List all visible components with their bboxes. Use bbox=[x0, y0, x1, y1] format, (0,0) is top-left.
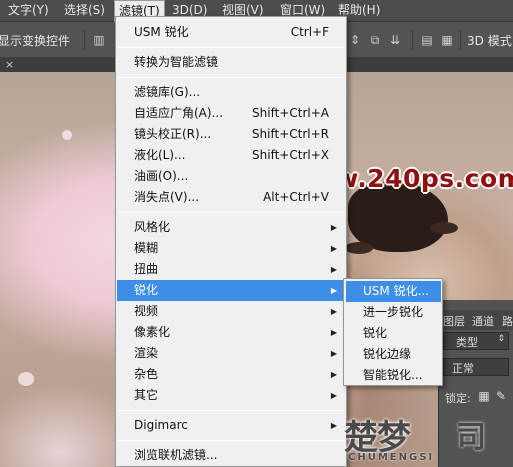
menu-item-convert-smart-filter[interactable]: 转换为智能滤镜 bbox=[117, 52, 345, 73]
panel-tab-bar: 图层 通道 路 bbox=[439, 310, 513, 330]
eye bbox=[430, 222, 458, 234]
divider bbox=[460, 30, 461, 50]
menu-separator bbox=[118, 440, 344, 441]
submenu-item-sharpen-more[interactable]: 进一步锐化 bbox=[346, 302, 441, 323]
submenu-item-sharpen-edges[interactable]: 锐化边缘 bbox=[346, 344, 441, 365]
submenu-arrow-icon: ▶ bbox=[330, 286, 337, 295]
submenu-arrow-icon: ▶ bbox=[330, 265, 337, 274]
tab-channels[interactable]: 通道 bbox=[472, 313, 494, 329]
menu-item-pixelate[interactable]: 像素化 ▶ bbox=[117, 322, 345, 343]
menu-item-render[interactable]: 渲染 ▶ bbox=[117, 343, 345, 364]
submenu-arrow-icon: ▶ bbox=[330, 391, 337, 400]
lock-transparent-icon[interactable]: ▦ bbox=[477, 389, 491, 403]
submenu-arrow-icon: ▶ bbox=[330, 307, 337, 316]
blend-mode-select[interactable]: 正常 bbox=[443, 358, 509, 376]
divider bbox=[412, 30, 413, 50]
menu-item-lens-correction[interactable]: 镜头校正(R)... Shift+Ctrl+R bbox=[117, 124, 345, 145]
hat-highlight bbox=[62, 130, 72, 140]
lock-label: 锁定: bbox=[445, 392, 471, 405]
divider bbox=[84, 30, 85, 50]
lock-brush-icon[interactable]: ✎ bbox=[494, 389, 508, 403]
menu-select[interactable]: 选择(S) bbox=[64, 0, 105, 22]
tab-layers[interactable]: 图层 bbox=[443, 313, 465, 329]
3d-mode-label: 3D 模式: bbox=[467, 34, 513, 48]
logo-subtitle: CHUMENGSI bbox=[348, 452, 435, 463]
submenu-item-sharpen[interactable]: 锐化 bbox=[346, 323, 441, 344]
site-logo: 楚梦 司 CHUMENGSI bbox=[340, 408, 513, 467]
submenu-item-unsharp-mask[interactable]: USM 锐化... bbox=[346, 281, 441, 302]
menu-item-adaptive-wide-angle[interactable]: 自适应广角(A)... Shift+Ctrl+A bbox=[117, 103, 345, 124]
menu-item-noise[interactable]: 杂色 ▶ bbox=[117, 364, 345, 385]
layer-filter-select[interactable]: 类型 ⇕ bbox=[443, 332, 509, 350]
show-transform-controls-label[interactable]: 显示变换控件 bbox=[0, 32, 70, 49]
submenu-arrow-icon: ▶ bbox=[330, 328, 337, 337]
distribute-bottom-icon[interactable]: ⇊ bbox=[388, 33, 402, 47]
distribute-icon[interactable]: ⇕ bbox=[348, 33, 362, 47]
menu-item-distort[interactable]: 扭曲 ▶ bbox=[117, 259, 345, 280]
menu-separator bbox=[118, 47, 344, 48]
sharpen-submenu: USM 锐化... 进一步锐化 锐化 锐化边缘 智能锐化... bbox=[343, 278, 443, 386]
eye bbox=[345, 242, 373, 254]
menu-item-oil-paint[interactable]: 油画(O)... bbox=[117, 166, 345, 187]
filter-menu: USM 锐化 Ctrl+F 转换为智能滤镜 滤镜库(G)... 自适应广角(A)… bbox=[115, 16, 347, 467]
submenu-arrow-icon: ▶ bbox=[330, 370, 337, 379]
distribute-hcenter-icon[interactable]: ▦ bbox=[440, 33, 454, 47]
menu-separator bbox=[118, 410, 344, 411]
menu-item-filter-gallery[interactable]: 滤镜库(G)... bbox=[117, 82, 345, 103]
blend-mode-value: 正常 bbox=[452, 362, 474, 375]
tab-paths[interactable]: 路 bbox=[502, 313, 513, 329]
align-top-icon[interactable]: ▥ bbox=[92, 33, 106, 47]
layer-filter-kind: 类型 bbox=[456, 336, 478, 349]
menu-type[interactable]: 文字(Y) bbox=[8, 0, 49, 22]
submenu-arrow-icon: ▶ bbox=[330, 244, 337, 253]
submenu-arrow-icon: ▶ bbox=[330, 349, 337, 358]
distribute-left-icon[interactable]: ▤ bbox=[420, 33, 434, 47]
menu-separator bbox=[118, 212, 344, 213]
menu-item-blur[interactable]: 模糊 ▶ bbox=[117, 238, 345, 259]
chevron-updown-icon: ⇕ bbox=[497, 334, 505, 344]
menu-item-vanishing-point[interactable]: 消失点(V)... Alt+Ctrl+V bbox=[117, 187, 345, 208]
submenu-item-smart-sharpen[interactable]: 智能锐化... bbox=[346, 365, 441, 386]
menu-item-video[interactable]: 视频 ▶ bbox=[117, 301, 345, 322]
logo-mark-secondary: 司 bbox=[456, 420, 486, 455]
menu-item-stylize[interactable]: 风格化 ▶ bbox=[117, 217, 345, 238]
submenu-arrow-icon: ▶ bbox=[330, 421, 337, 430]
menu-item-liquify[interactable]: 液化(L)... Shift+Ctrl+X bbox=[117, 145, 345, 166]
menu-item-other[interactable]: 其它 ▶ bbox=[117, 385, 345, 406]
distribute-center-icon[interactable]: ⧉ bbox=[368, 33, 382, 47]
hat-highlight bbox=[18, 372, 34, 386]
menu-item-digimarc[interactable]: Digimarc ▶ bbox=[117, 415, 345, 436]
menu-separator bbox=[118, 77, 344, 78]
menu-item-browse-online-filters[interactable]: 浏览联机滤镜... bbox=[117, 445, 345, 466]
submenu-arrow-icon: ▶ bbox=[330, 223, 337, 232]
menu-item-sharpen[interactable]: 锐化 ▶ bbox=[117, 280, 345, 301]
close-icon[interactable]: × bbox=[5, 58, 14, 72]
menu-item-last-filter[interactable]: USM 锐化 Ctrl+F bbox=[117, 22, 345, 43]
